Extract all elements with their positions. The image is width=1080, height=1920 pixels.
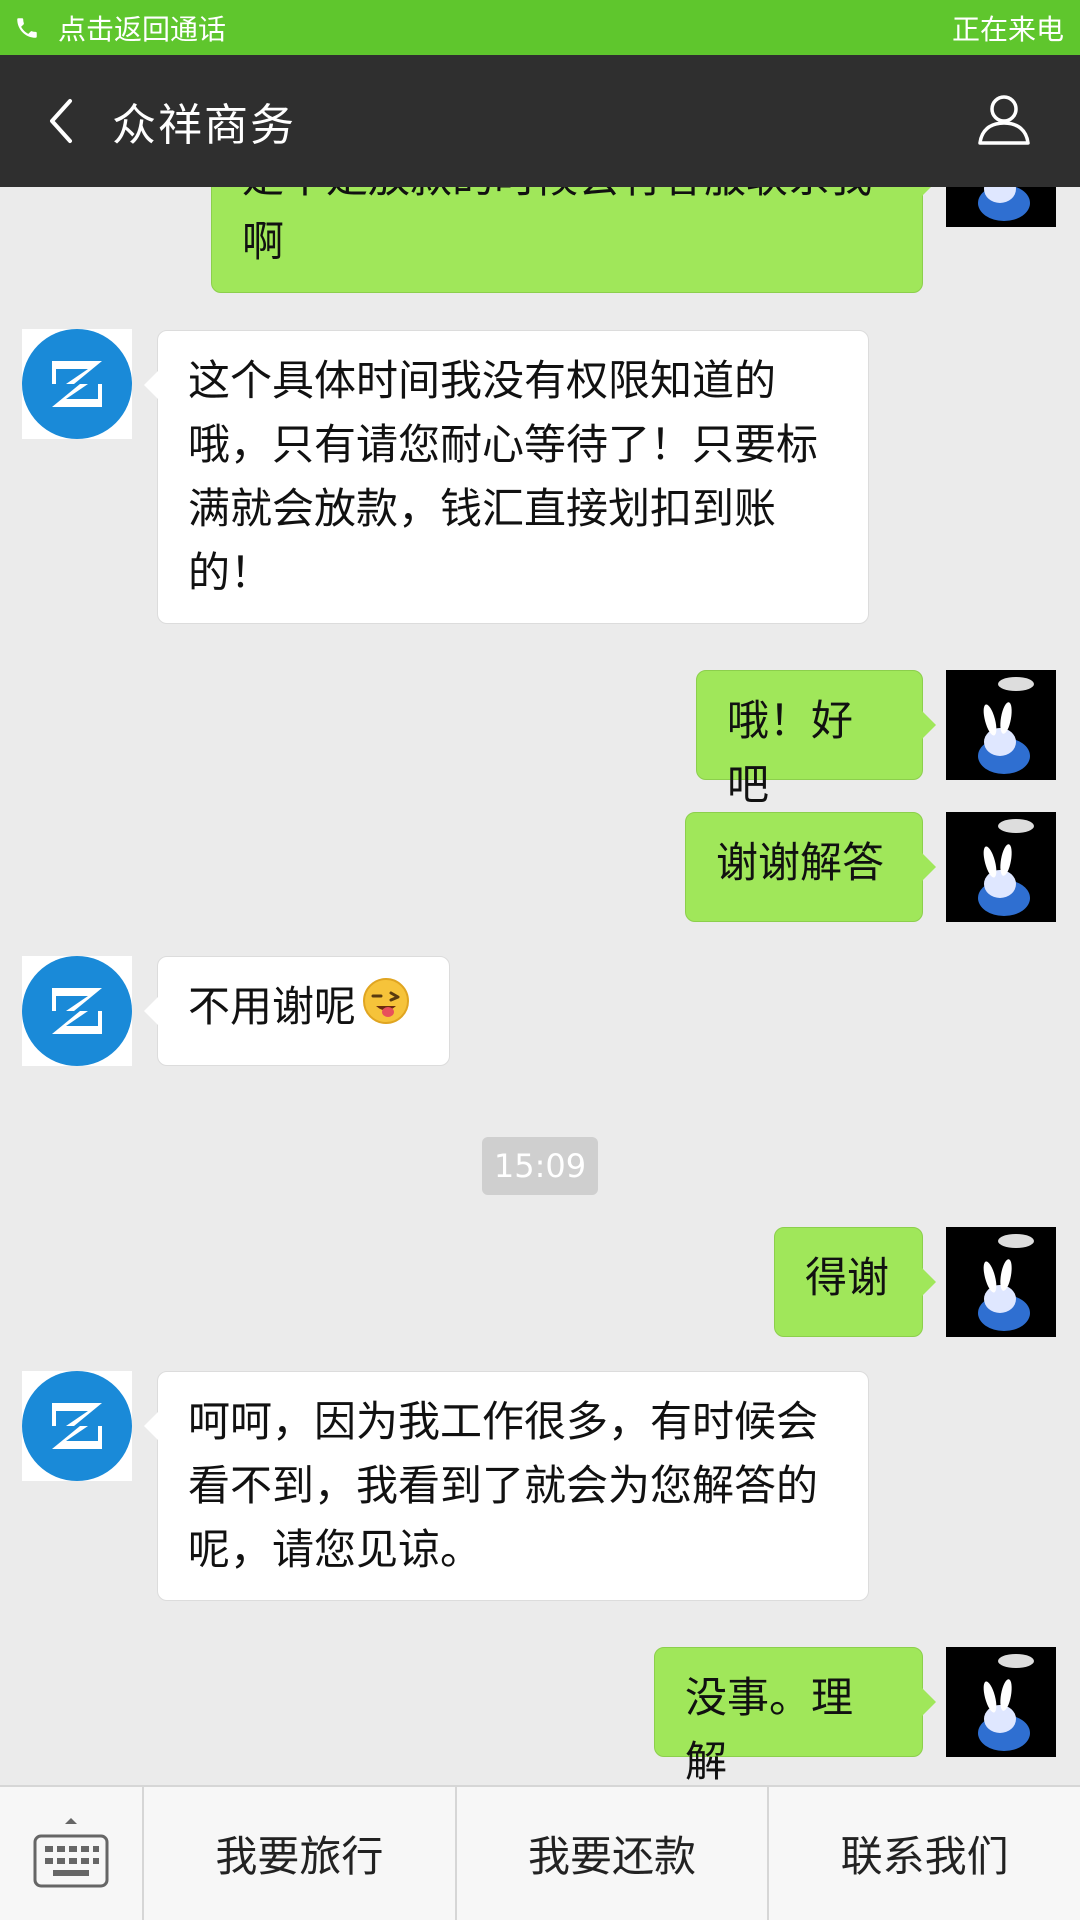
message-text: 得谢 bbox=[805, 1253, 890, 1302]
message-text: 是不是放款的时候会有客服联系我啊 bbox=[242, 187, 872, 266]
rabbit-avatar-image bbox=[946, 187, 1056, 227]
rabbit-avatar-image bbox=[946, 670, 1056, 780]
keyboard-icon bbox=[33, 1817, 109, 1887]
user-avatar[interactable] bbox=[946, 1647, 1056, 1757]
message-text: 这个具体时间我没有权限知道的哦，只有请您耐心等待了！只要标满就会放款，钱汇直接划… bbox=[188, 356, 819, 597]
chat-header: 众祥商务 bbox=[0, 55, 1080, 187]
official-account-profile-button[interactable] bbox=[968, 83, 1040, 155]
user-avatar[interactable] bbox=[946, 1227, 1056, 1337]
rabbit-avatar-image bbox=[946, 812, 1056, 922]
menu-contact-us-button[interactable]: 联系我们 bbox=[769, 1787, 1080, 1920]
user-avatar[interactable] bbox=[946, 670, 1056, 780]
message-text: 不用谢呢 bbox=[188, 982, 357, 1031]
user-avatar[interactable] bbox=[946, 187, 1056, 227]
timestamp-divider: 15:09 bbox=[482, 1137, 598, 1195]
agent-avatar[interactable] bbox=[22, 956, 132, 1066]
user-avatar[interactable] bbox=[946, 812, 1056, 922]
message-bubble-outgoing[interactable]: 没事。理解 bbox=[654, 1647, 936, 1785]
incoming-call-status: 正在来电 bbox=[951, 12, 1064, 46]
message-bubble-outgoing[interactable]: 得谢 bbox=[774, 1227, 936, 1337]
chevron-left-icon bbox=[50, 99, 72, 143]
agent-avatar[interactable] bbox=[22, 1371, 132, 1481]
return-to-call-label: 点击返回通话 bbox=[58, 12, 227, 46]
message-text: 呵呵，因为我工作很多，有时候会看不到，我看到了就会为您解答的呢，请您见谅。 bbox=[188, 1397, 819, 1574]
message-text: 谢谢解答 bbox=[716, 838, 885, 887]
person-icon bbox=[978, 95, 1030, 145]
zhongxiang-logo-icon bbox=[22, 956, 132, 1066]
keyboard-toggle-button[interactable] bbox=[0, 1787, 144, 1920]
chat-title: 众祥商务 bbox=[112, 100, 296, 151]
winking-face-tongue-icon bbox=[362, 977, 410, 1043]
return-to-call-bar[interactable]: 点击返回通话 正在来电 bbox=[0, 0, 1080, 55]
chat-history[interactable]: 是不是放款的时候会有客服联系我啊 这个具体时间我没有权限知道的哦，只有请您耐心等… bbox=[0, 187, 1080, 1785]
agent-avatar[interactable] bbox=[22, 329, 132, 439]
service-menu-bar: 我要旅行 我要还款 联系我们 bbox=[0, 1785, 1080, 1920]
message-bubble-outgoing[interactable]: 谢谢解答 bbox=[685, 812, 936, 922]
message-bubble-incoming[interactable]: 这个具体时间我没有权限知道的哦，只有请您耐心等待了！只要标满就会放款，钱汇直接划… bbox=[144, 330, 869, 624]
back-button[interactable] bbox=[32, 92, 90, 150]
message-bubble-outgoing[interactable]: 是不是放款的时候会有客服联系我啊 bbox=[211, 187, 936, 293]
zhongxiang-logo-icon bbox=[22, 1371, 132, 1481]
message-bubble-incoming[interactable]: 不用谢呢 bbox=[144, 956, 450, 1066]
phone-icon bbox=[14, 15, 40, 41]
message-bubble-incoming[interactable]: 呵呵，因为我工作很多，有时候会看不到，我看到了就会为您解答的呢，请您见谅。 bbox=[144, 1371, 869, 1601]
message-text: 没事。理解 bbox=[685, 1673, 854, 1785]
menu-repayment-button[interactable]: 我要还款 bbox=[457, 1787, 770, 1920]
menu-travel-button[interactable]: 我要旅行 bbox=[144, 1787, 457, 1920]
rabbit-avatar-image bbox=[946, 1227, 1056, 1337]
message-bubble-outgoing[interactable]: 哦！好吧 bbox=[696, 670, 936, 809]
message-text: 哦！好吧 bbox=[727, 696, 854, 809]
zhongxiang-logo-icon bbox=[22, 329, 132, 439]
rabbit-avatar-image bbox=[946, 1647, 1056, 1757]
